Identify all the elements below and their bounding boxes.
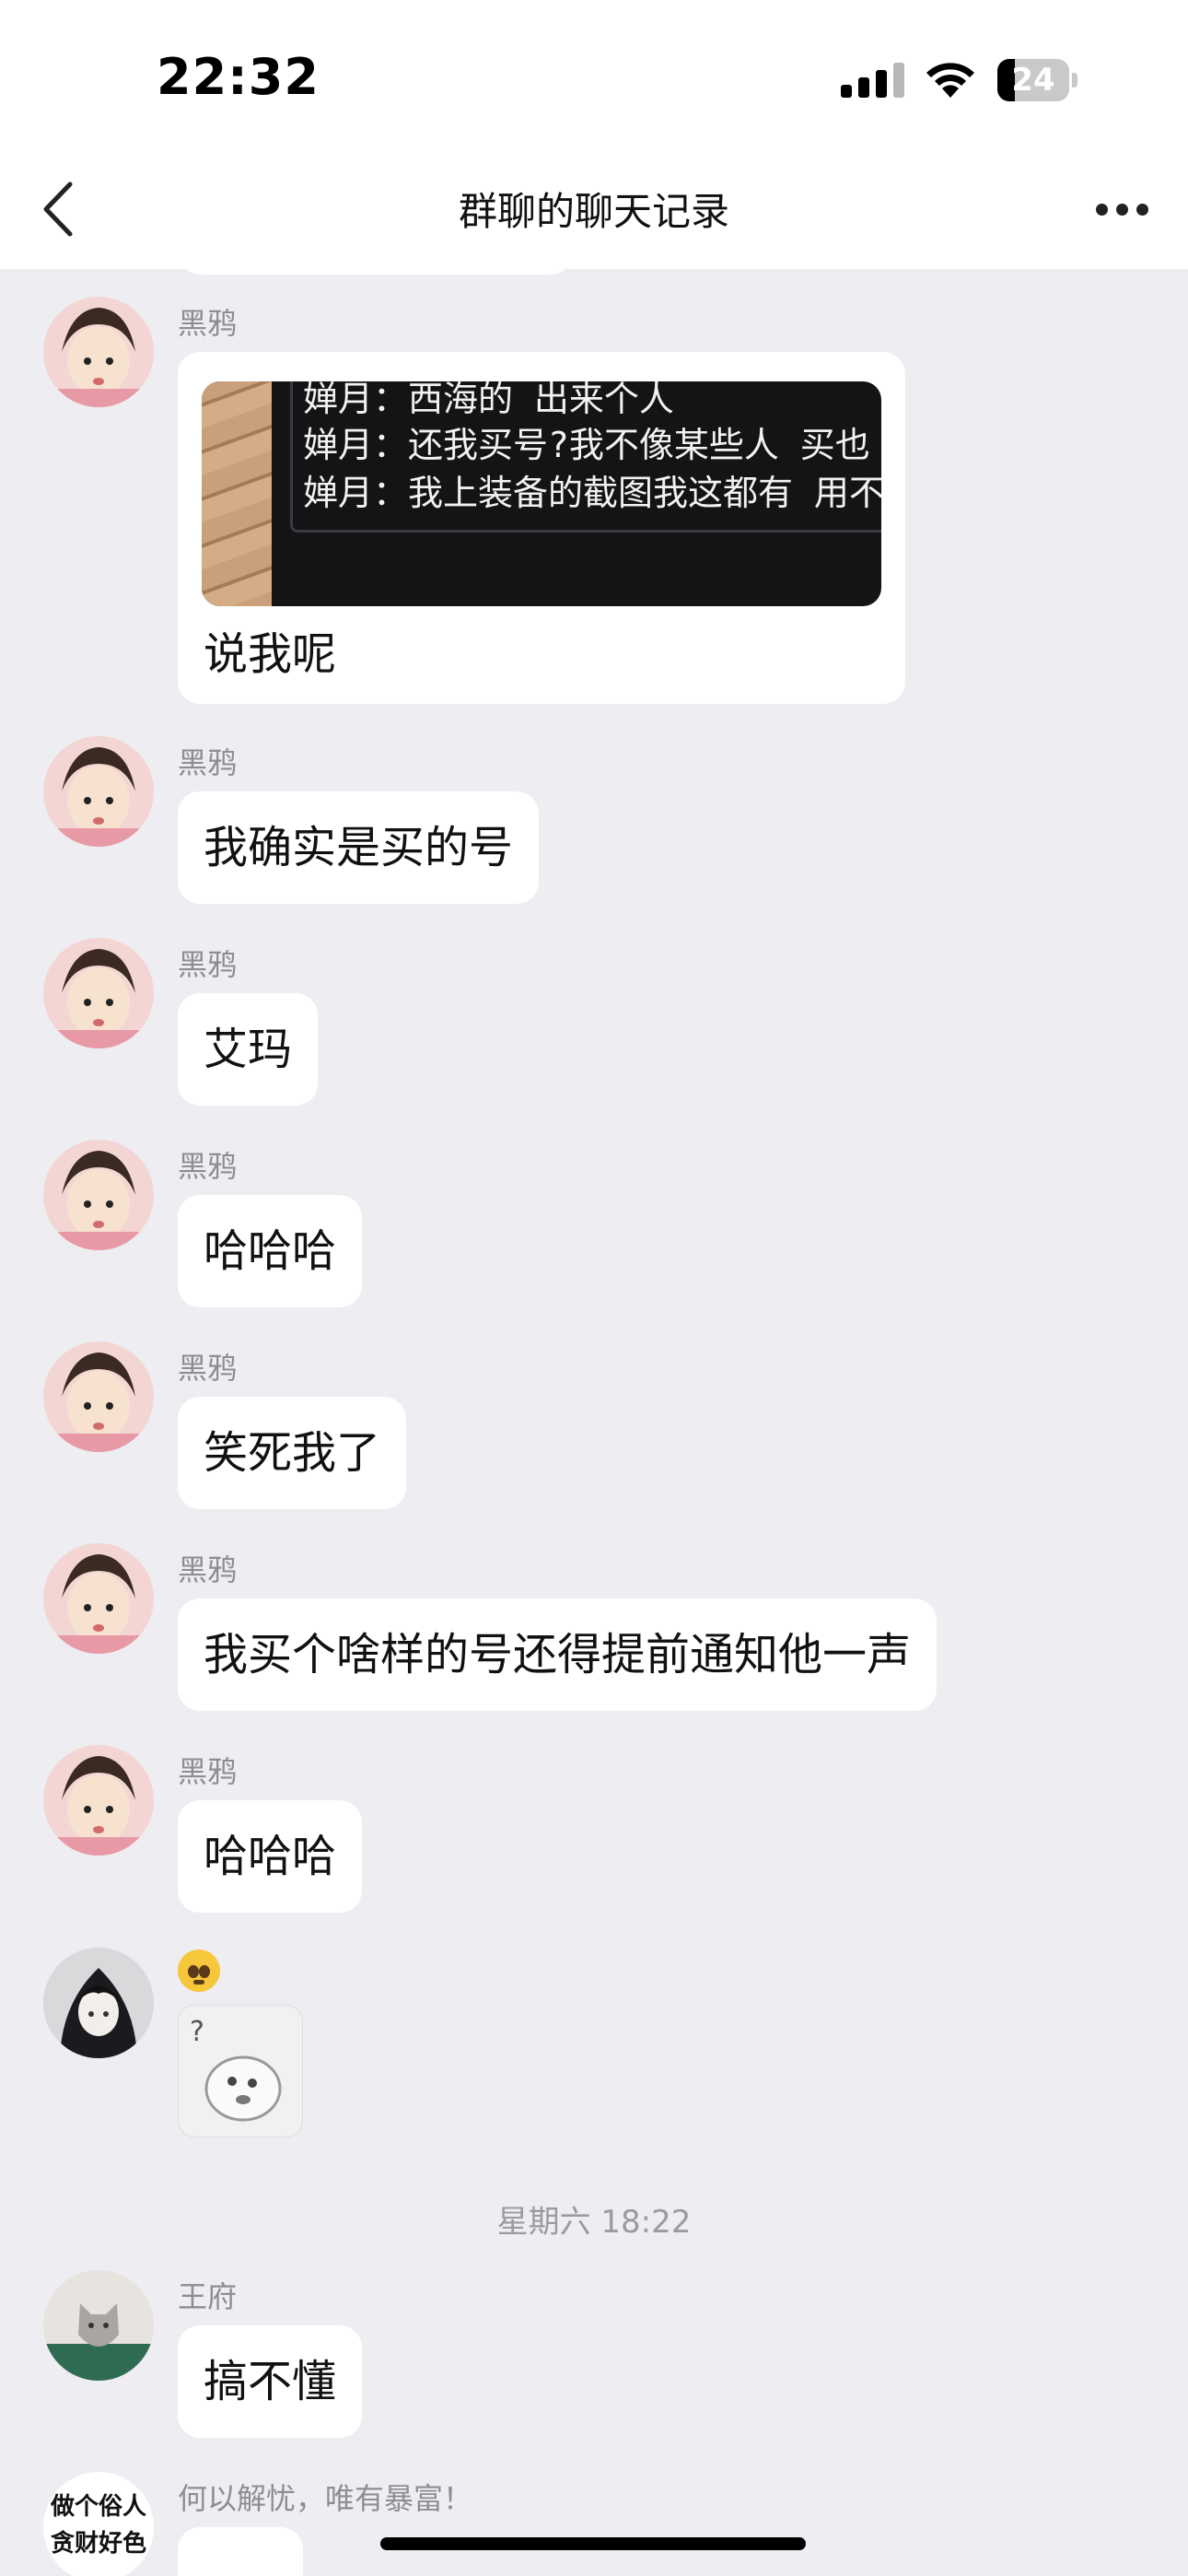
sender-name: 何以解忧，唯有暴富！ [178,2481,473,2516]
question-face-sticker[interactable]: ? [178,2005,303,2137]
screenshot-line: 婵月：我上装备的截图我这都有 用不 [303,473,881,513]
status-time: 22:32 [157,48,320,106]
svg-text:?: ? [190,2016,204,2048]
message-bubble[interactable] [178,2527,303,2576]
battery-icon: 24 [997,59,1077,101]
chat-history[interactable]: 黑鸦 婵月：西海的 出来个人 婵月：还我买号?我不像某些人 买也 婵月：我上装备… [0,269,1188,2576]
message-bubble[interactable]: 哈哈哈 [178,1800,363,1913]
avatar[interactable] [43,2270,154,2381]
wifi-icon [926,63,974,98]
avatar[interactable] [43,938,154,1048]
avatar[interactable]: 做个俗人 贪财好色 [43,2472,154,2576]
message-bubble[interactable]: 哈哈哈 [178,1195,363,1307]
message-text: 说我呢 [204,628,337,680]
page-title: 群聊的聊天记录 [458,189,729,234]
pleading-face-emoji [178,1950,220,1992]
sender-name: 黑鸦 [178,1149,238,1184]
avatar-calligraphy-text: 做个俗人 贪财好色 [51,2493,147,2558]
sender-name: 黑鸦 [178,1552,238,1587]
avatar[interactable] [43,1948,154,2058]
sender-name: 黑鸦 [178,745,238,780]
sender-name: 黑鸦 [178,1351,238,1386]
sender-name: 黑鸦 [178,947,238,982]
sender-name: 黑鸦 [178,306,238,341]
avatar[interactable] [43,1543,154,1654]
battery-percentage: 24 [1011,62,1055,99]
sender-name: 黑鸦 [178,1754,238,1789]
ellipsis-icon[interactable] [1096,197,1151,221]
top-bar: 22:32 24 群聊的聊天记录 [0,0,1188,269]
sender-name: 王府 [178,2279,238,2314]
message-bubble[interactable]: 我买个啥样的号还得提前通知他一声 [178,1598,938,1711]
cellular-signal-icon [841,63,905,98]
avatar[interactable] [43,297,154,407]
avatar[interactable] [43,1745,154,1856]
image-message-bubble[interactable]: 婵月：西海的 出来个人 婵月：还我买号?我不像某些人 买也 婵月：我上装备的截图… [178,352,905,704]
avatar[interactable] [43,736,154,847]
screenshot-line: 婵月：西海的 出来个人 [303,381,674,419]
home-indicator[interactable] [380,2537,806,2550]
avatar[interactable] [43,1140,154,1250]
message-bubble[interactable]: 搞不懂 [178,2325,363,2438]
message-bubble[interactable]: 笑死我了 [178,1397,407,1509]
avatar[interactable] [43,1341,154,1452]
message-bubble[interactable]: 我确实是买的号 [178,791,540,904]
screenshot-line: 婵月：还我买号?我不像某些人 买也 [303,425,870,465]
timestamp-divider: 星期六 18:22 [496,2204,692,2241]
previous-bubble-edge [178,269,574,275]
message-bubble[interactable]: 艾玛 [178,993,319,1106]
game-screenshot-image[interactable]: 婵月：西海的 出来个人 婵月：还我买号?我不像某些人 买也 婵月：我上装备的截图… [202,381,881,606]
